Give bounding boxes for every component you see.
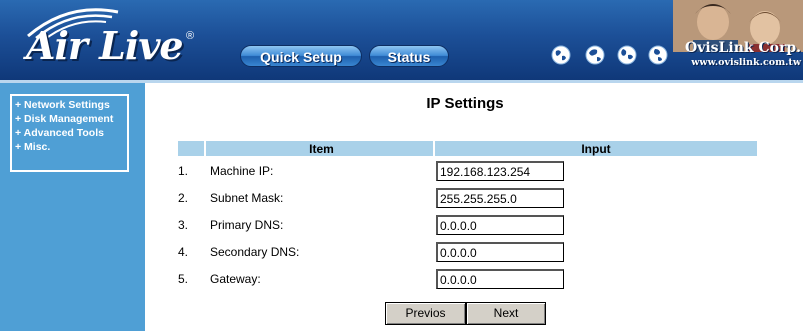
row-label: Subnet Mask: — [210, 191, 284, 205]
page-title: IP Settings — [426, 95, 504, 112]
table-row: 4. Secondary DNS: — [178, 240, 757, 264]
next-button[interactable]: Next — [466, 302, 546, 325]
row-label: Primary DNS: — [210, 218, 284, 232]
header-banner: Air Live ® Quick Setup Status OvisLink C… — [0, 0, 803, 80]
sidebar-menu: + Network Settings + Disk Management + A… — [10, 94, 129, 172]
row-number: 1. — [178, 164, 189, 178]
logo-text: Air Live — [26, 23, 184, 68]
row-number: 5. — [178, 272, 189, 286]
table-row: 2. Subnet Mask: — [178, 186, 757, 210]
company-name: OvisLink Corp. — [685, 40, 801, 56]
globe-icon — [648, 45, 668, 65]
registered-mark: ® — [186, 30, 195, 42]
row-number: 2. — [178, 191, 189, 205]
sidebar-item-disk-management[interactable]: + Disk Management — [15, 112, 124, 126]
row-label: Gateway: — [210, 272, 261, 286]
row-number: 3. — [178, 218, 189, 232]
quick-setup-button[interactable]: Quick Setup — [240, 45, 362, 67]
sidebar-item-network-settings[interactable]: + Network Settings — [15, 98, 124, 112]
table-row: 5. Gateway: — [178, 267, 757, 291]
ip-settings-table: Item Input 1. Machine IP: 2. Subnet Mask… — [176, 138, 759, 294]
airlive-logo: Air Live ® — [8, 4, 198, 74]
row-label: Machine IP: — [210, 164, 274, 178]
sidebar: + Network Settings + Disk Management + A… — [0, 83, 145, 331]
status-button[interactable]: Status — [369, 45, 449, 67]
secondary-dns-input[interactable] — [436, 242, 564, 262]
sidebar-item-misc[interactable]: + Misc. — [15, 140, 124, 154]
column-header-input: Input — [435, 141, 757, 156]
previous-button[interactable]: Previos — [385, 302, 466, 325]
machine-ip-input[interactable] — [436, 161, 564, 181]
primary-dns-input[interactable] — [436, 215, 564, 235]
subnet-mask-input[interactable] — [436, 188, 564, 208]
sidebar-item-advanced-tools[interactable]: + Advanced Tools — [15, 126, 124, 140]
table-header-row: Item Input — [178, 141, 757, 156]
table-row: 3. Primary DNS: — [178, 213, 757, 237]
globe-icon — [551, 45, 571, 65]
gateway-input[interactable] — [436, 269, 564, 289]
globe-icon — [585, 45, 605, 65]
table-row: 1. Machine IP: — [178, 159, 757, 183]
row-label: Secondary DNS: — [210, 245, 300, 259]
company-url: www.ovislink.com.tw — [691, 57, 801, 68]
row-number: 4. — [178, 245, 189, 259]
column-header-number — [178, 141, 204, 156]
globe-icon — [617, 45, 637, 65]
column-header-item: Item — [206, 141, 433, 156]
